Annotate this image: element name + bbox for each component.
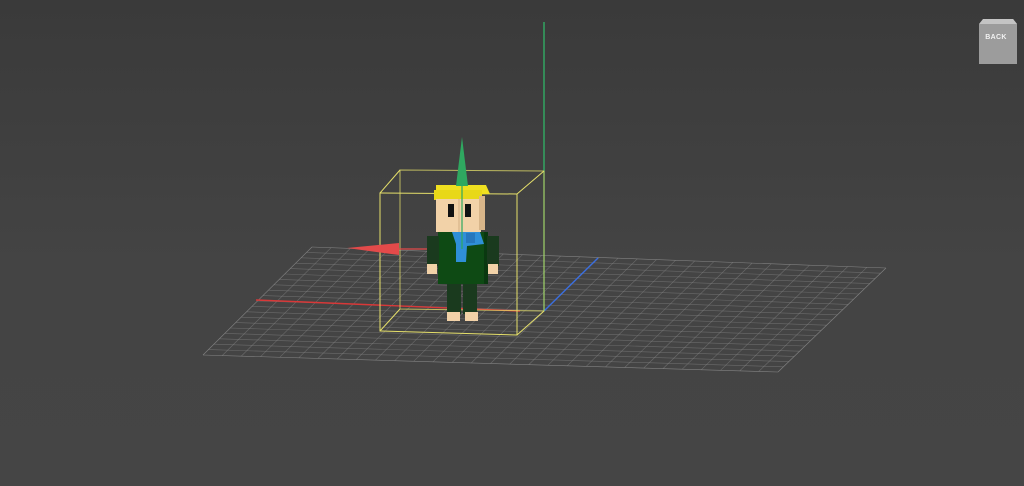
character-left-eye — [448, 204, 454, 217]
grid-line — [219, 338, 795, 357]
grid-line — [208, 349, 784, 368]
blocky-boy-character[interactable] — [427, 185, 499, 321]
character-head — [436, 199, 481, 232]
grid-line — [224, 333, 800, 352]
grid-line — [202, 354, 779, 373]
character-left-leg — [447, 284, 461, 314]
grid-line — [235, 322, 811, 342]
view-cube-icon[interactable] — [975, 14, 1021, 66]
character-hair-front — [434, 190, 482, 200]
3d-viewport[interactable] — [0, 0, 1024, 486]
viewport-canvas[interactable] — [0, 0, 1024, 486]
grid-line — [241, 316, 816, 336]
grid-line — [230, 327, 806, 347]
character-right-leg — [463, 284, 477, 314]
character-right-arm — [487, 236, 499, 266]
grid-line — [213, 343, 789, 362]
view-cube[interactable]: BACK — [975, 14, 1021, 66]
character-right-eye — [465, 204, 471, 217]
character-left-arm — [427, 236, 439, 266]
grid-line — [246, 311, 822, 331]
